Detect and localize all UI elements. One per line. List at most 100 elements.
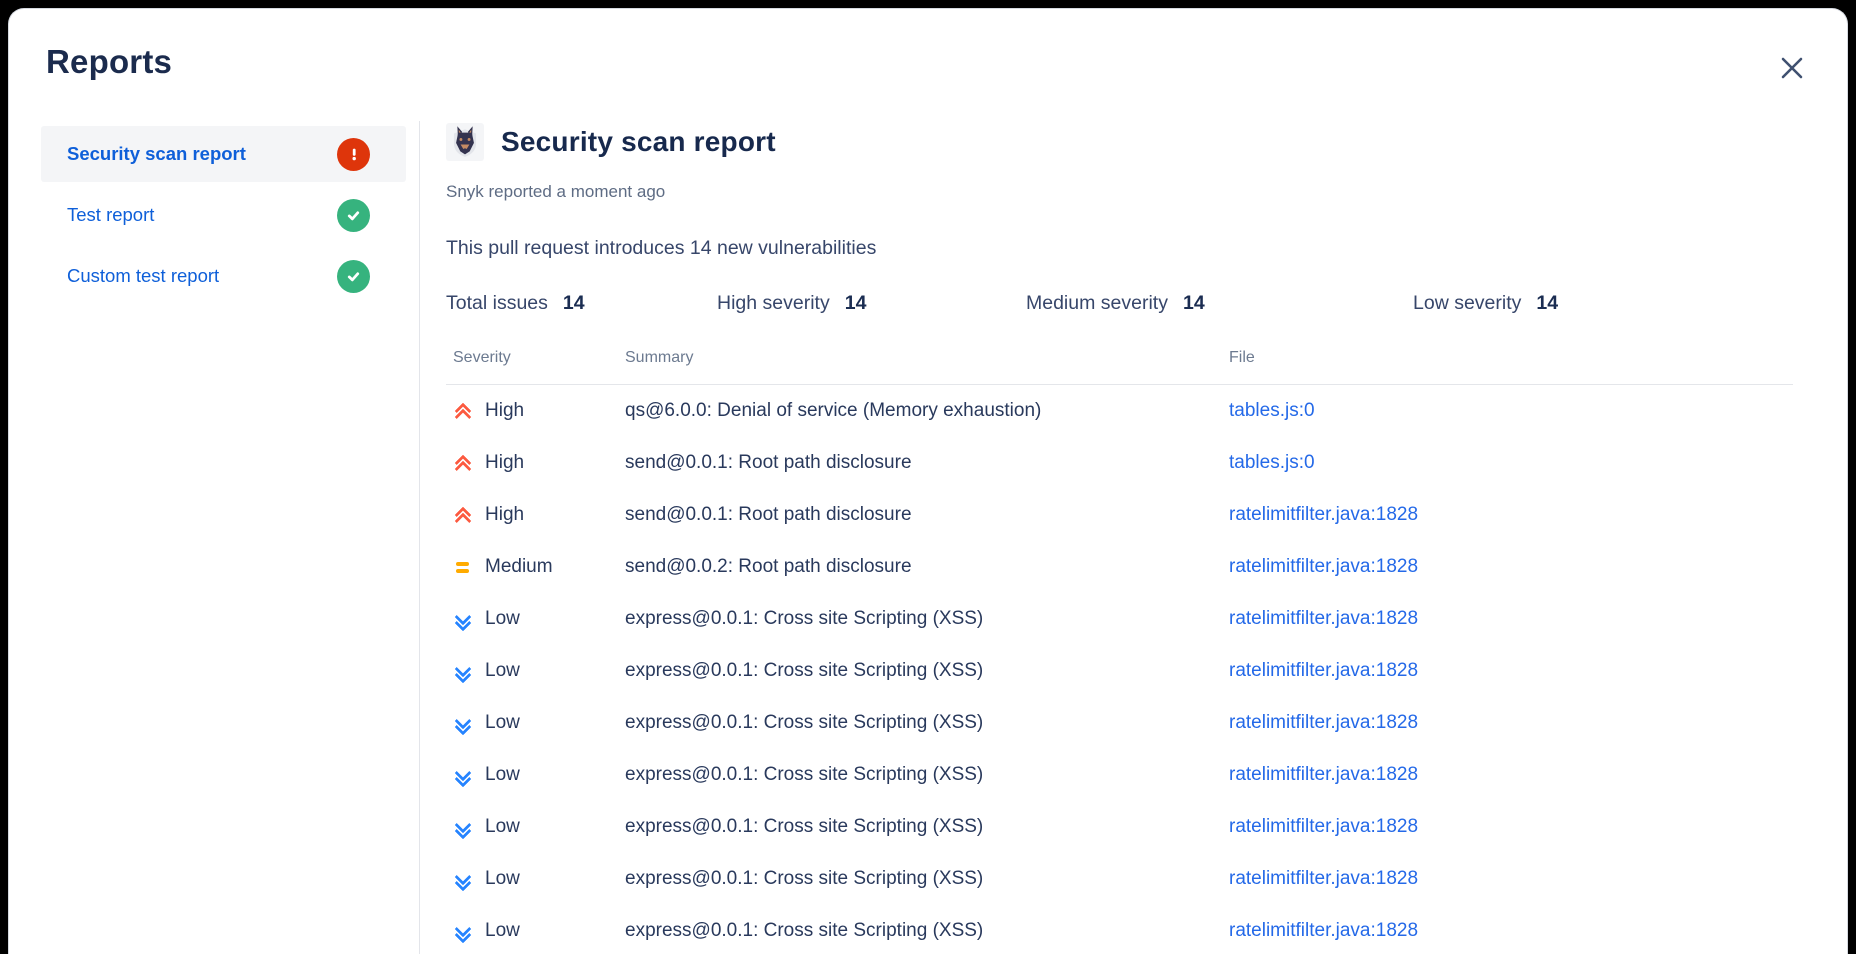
issues-table-body: High qs@6.0.0: Denial of service (Memory…	[446, 385, 1793, 954]
table-row: Low express@0.0.1: Cross site Scripting …	[446, 593, 1793, 645]
file-link[interactable]: tables.js:0	[1229, 400, 1315, 421]
severity-icon	[453, 921, 473, 941]
reports-modal: Reports Security scan report Test report	[8, 8, 1848, 954]
issue-summary: express@0.0.1: Cross site Scripting (XSS…	[625, 660, 1229, 682]
issue-summary: send@0.0.1: Root path disclosure	[625, 452, 1229, 474]
column-header-summary: Summary	[625, 348, 1229, 368]
sidebar-item-test-report[interactable]: Test report	[41, 187, 406, 243]
stat-value: 14	[563, 291, 585, 315]
sidebar-divider	[419, 121, 420, 954]
stat-item: Low severity 14	[1413, 291, 1793, 315]
file-cell: ratelimitfilter.java:1828	[1229, 504, 1793, 526]
check-icon	[345, 207, 362, 224]
file-cell: ratelimitfilter.java:1828	[1229, 868, 1793, 890]
severity-label: Low	[485, 816, 520, 838]
file-cell: ratelimitfilter.java:1828	[1229, 608, 1793, 630]
file-cell: ratelimitfilter.java:1828	[1229, 660, 1793, 682]
issue-summary: send@0.0.2: Root path disclosure	[625, 556, 1229, 578]
file-link[interactable]: ratelimitfilter.java:1828	[1229, 504, 1418, 525]
exclamation-icon	[346, 146, 362, 162]
severity-cell: Low	[446, 660, 625, 682]
close-button[interactable]	[1777, 53, 1807, 83]
severity-icon	[453, 817, 473, 837]
severity-cell: High	[446, 504, 625, 526]
file-link[interactable]: ratelimitfilter.java:1828	[1229, 816, 1418, 837]
table-row: Low express@0.0.1: Cross site Scripting …	[446, 697, 1793, 749]
stat-label: Low severity	[1413, 291, 1521, 315]
column-header-severity: Severity	[446, 348, 625, 368]
severity-cell: Low	[446, 816, 625, 838]
severity-cell: Low	[446, 868, 625, 890]
issue-summary: express@0.0.1: Cross site Scripting (XSS…	[625, 764, 1229, 786]
issue-summary: express@0.0.1: Cross site Scripting (XSS…	[625, 608, 1229, 630]
table-row: Low express@0.0.1: Cross site Scripting …	[446, 853, 1793, 905]
report-stats: Total issues 14 High severity 14 Medium …	[446, 291, 1793, 315]
table-row: High send@0.0.1: Root path disclosure ra…	[446, 489, 1793, 541]
stat-value: 14	[1536, 291, 1558, 315]
severity-label: Low	[485, 920, 520, 942]
stat-label: High severity	[717, 291, 830, 315]
severity-cell: Low	[446, 712, 625, 734]
severity-icon	[453, 609, 473, 629]
severity-icon	[453, 869, 473, 889]
file-cell: ratelimitfilter.java:1828	[1229, 816, 1793, 838]
column-header-file: File	[1229, 348, 1793, 368]
severity-label: Medium	[485, 556, 553, 578]
file-cell: ratelimitfilter.java:1828	[1229, 556, 1793, 578]
check-icon	[345, 268, 362, 285]
severity-cell: High	[446, 400, 625, 422]
severity-icon	[453, 453, 473, 473]
file-link[interactable]: ratelimitfilter.java:1828	[1229, 764, 1418, 785]
table-row: High send@0.0.1: Root path disclosure ta…	[446, 437, 1793, 489]
file-link[interactable]: ratelimitfilter.java:1828	[1229, 556, 1418, 577]
success-badge	[337, 260, 370, 293]
severity-icon	[453, 765, 473, 785]
stat-item: High severity 14	[717, 291, 1026, 315]
sidebar-item-label: Test report	[67, 204, 154, 226]
severity-label: Low	[485, 764, 520, 786]
issue-summary: express@0.0.1: Cross site Scripting (XSS…	[625, 920, 1229, 942]
severity-cell: Low	[446, 608, 625, 630]
table-row: Low express@0.0.1: Cross site Scripting …	[446, 645, 1793, 697]
stat-label: Medium severity	[1026, 291, 1168, 315]
report-summary-line: This pull request introduces 14 new vuln…	[446, 236, 1793, 260]
severity-label: High	[485, 504, 524, 526]
stat-item: Medium severity 14	[1026, 291, 1413, 315]
sidebar-item-security-scan-report[interactable]: Security scan report	[41, 126, 406, 182]
severity-label: Low	[485, 608, 520, 630]
file-link[interactable]: ratelimitfilter.java:1828	[1229, 712, 1418, 733]
stat-label: Total issues	[446, 291, 548, 315]
table-row: Medium send@0.0.2: Root path disclosure …	[446, 541, 1793, 593]
error-badge	[337, 138, 370, 171]
report-detail: Security scan report Snyk reported a mom…	[446, 123, 1793, 954]
sidebar-item-custom-test-report[interactable]: Custom test report	[41, 248, 406, 304]
file-cell: ratelimitfilter.java:1828	[1229, 764, 1793, 786]
success-badge	[337, 199, 370, 232]
severity-icon	[453, 661, 473, 681]
issue-summary: express@0.0.1: Cross site Scripting (XSS…	[625, 712, 1229, 734]
issue-summary: send@0.0.1: Root path disclosure	[625, 504, 1229, 526]
file-link[interactable]: ratelimitfilter.java:1828	[1229, 660, 1418, 681]
report-title: Security scan report	[501, 126, 776, 158]
table-row: Low express@0.0.1: Cross site Scripting …	[446, 749, 1793, 801]
report-reporter-line: Snyk reported a moment ago	[446, 181, 1793, 203]
file-link[interactable]: ratelimitfilter.java:1828	[1229, 868, 1418, 889]
stat-value: 14	[845, 291, 867, 315]
severity-cell: Medium	[446, 556, 625, 578]
issues-table-header: Severity Summary File	[446, 348, 1793, 385]
severity-cell: Low	[446, 764, 625, 786]
file-link[interactable]: ratelimitfilter.java:1828	[1229, 920, 1418, 941]
severity-label: Low	[485, 868, 520, 890]
severity-icon	[453, 713, 473, 733]
report-header: Security scan report	[446, 123, 1793, 161]
file-link[interactable]: ratelimitfilter.java:1828	[1229, 608, 1418, 629]
severity-icon	[453, 557, 473, 577]
table-row: Low express@0.0.1: Cross site Scripting …	[446, 801, 1793, 853]
severity-icon	[453, 401, 473, 421]
severity-label: High	[485, 452, 524, 474]
sidebar-item-label: Security scan report	[67, 143, 246, 165]
severity-icon	[453, 505, 473, 525]
close-icon	[1779, 55, 1805, 81]
file-link[interactable]: tables.js:0	[1229, 452, 1315, 473]
severity-label: High	[485, 400, 524, 422]
